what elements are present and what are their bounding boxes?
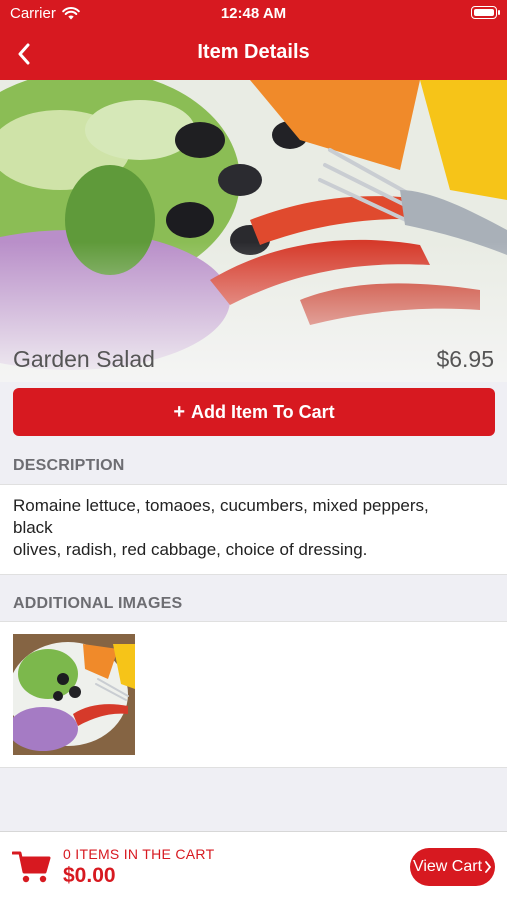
- description-text: Romaine lettuce, tomaoes, cucumbers, mix…: [0, 485, 507, 571]
- item-hero-image: Garden Salad $6.95: [0, 80, 507, 382]
- cart-bar: 0 ITEMS IN THE CART $0.00 View Cart: [0, 831, 507, 900]
- add-to-cart-label: Add Item To Cart: [191, 401, 335, 422]
- status-bar: Carrier 12:48 AM: [0, 0, 507, 28]
- clock: 12:48 AM: [220, 5, 287, 22]
- cart-icon[interactable]: [12, 850, 52, 884]
- item-name: Garden Salad: [13, 346, 155, 372]
- additional-images-section: [0, 621, 507, 768]
- view-cart-button[interactable]: View Cart: [410, 848, 495, 886]
- header: Carrier 12:48 AM Item Details: [0, 0, 507, 80]
- item-price: $6.95: [436, 346, 494, 372]
- plus-icon: +: [173, 400, 185, 423]
- description-line: black: [13, 518, 53, 537]
- cart-item-count: 0 ITEMS IN THE CART: [63, 846, 215, 862]
- page-title: Item Details: [197, 41, 310, 63]
- description-line: Romaine lettuce, tomaoes, cucumbers, mix…: [13, 496, 429, 515]
- cart-total: $0.00: [63, 864, 116, 887]
- description-header: DESCRIPTION: [0, 446, 507, 484]
- description-line: olives, radish, red cabbage, choice of d…: [13, 540, 368, 559]
- battery-icon: [471, 6, 500, 19]
- chevron-right-icon: [485, 861, 492, 873]
- additional-images-header: ADDITIONAL IMAGES: [0, 584, 507, 622]
- view-cart-label: View Cart: [412, 858, 483, 875]
- additional-image-thumbnail[interactable]: [13, 634, 135, 755]
- description-section: Romaine lettuce, tomaoes, cucumbers, mix…: [0, 484, 507, 575]
- add-to-cart-button[interactable]: + Add Item To Cart: [13, 388, 495, 436]
- nav-bar: Item Details: [0, 28, 507, 80]
